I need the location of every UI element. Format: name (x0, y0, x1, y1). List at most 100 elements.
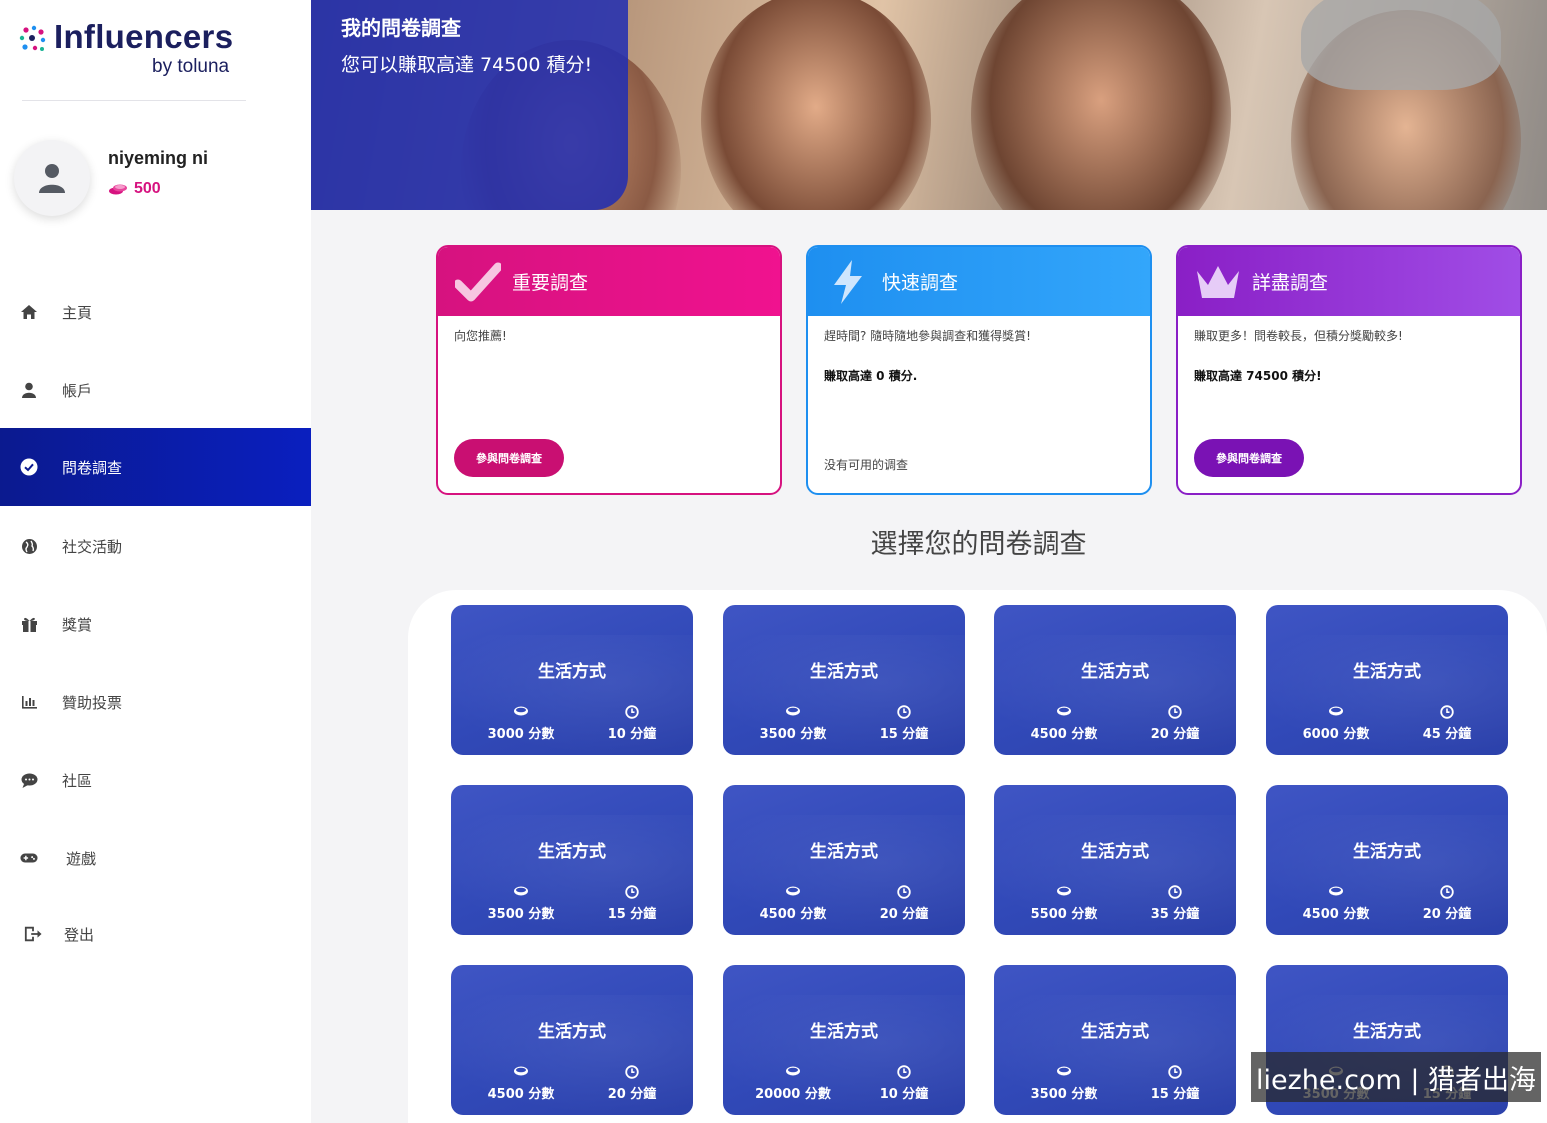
survey-points-value: 6000 分數 (1302, 727, 1370, 742)
survey-duration: 20 分鐘 (1120, 705, 1230, 742)
coin-icon (466, 885, 576, 901)
survey-card[interactable]: 生活方式 20000 分數 10 分鐘 (723, 965, 965, 1115)
clock-icon (577, 1065, 687, 1081)
survey-points-value: 4500 分數 (1302, 907, 1370, 922)
coin-icon (1009, 705, 1119, 721)
survey-card[interactable]: 生活方式 4500 分數 20 分鐘 (723, 785, 965, 935)
brand-name: Influencers (54, 18, 234, 55)
user-points: 500 (108, 180, 161, 198)
category-desc: 向您推薦! (454, 329, 507, 343)
divider (22, 100, 246, 101)
hero-photo-person (971, 0, 1231, 210)
clock-icon (1120, 885, 1230, 901)
survey-duration-value: 10 分鐘 (879, 1087, 929, 1102)
survey-title: 生活方式 (810, 1022, 878, 1042)
survey-duration-value: 35 分鐘 (1150, 907, 1200, 922)
survey-card[interactable]: 生活方式 6000 分數 45 分鐘 (1266, 605, 1508, 755)
avatar[interactable] (14, 140, 90, 216)
brand-sub: by toluna (152, 56, 230, 77)
survey-points-value: 4500 分數 (759, 907, 827, 922)
logo-icon (19, 25, 46, 51)
clock-icon (849, 705, 959, 721)
user-avatar-icon (39, 164, 65, 193)
nav-item-community[interactable]: 社區 (0, 741, 311, 819)
nav-item-games[interactable]: 遊戲 (0, 819, 311, 897)
survey-card[interactable]: 生活方式 5500 分數 35 分鐘 (994, 785, 1236, 935)
survey-card[interactable]: 生活方式 3500 分數 15 分鐘 (994, 965, 1236, 1115)
survey-duration-value: 45 分鐘 (1422, 727, 1472, 742)
join-survey-button[interactable]: 參與問卷調查 (454, 439, 564, 477)
survey-title: 生活方式 (1353, 842, 1421, 862)
clock-icon (1120, 1065, 1230, 1081)
join-survey-button[interactable]: 參與問卷調查 (1194, 439, 1304, 477)
nav-item-surveys[interactable]: 問卷調查 (0, 428, 311, 506)
survey-card[interactable]: 生活方式 4500 分數 20 分鐘 (994, 605, 1236, 755)
survey-points-value: 3500 分數 (759, 727, 827, 742)
nav-label: 帳戶 (62, 381, 93, 400)
survey-title: 生活方式 (538, 1022, 606, 1042)
watermark: liezhe.com | 猎者出海 (1251, 1052, 1541, 1102)
nav-item-rewards[interactable]: 獎賞 (0, 585, 311, 663)
survey-points: 3000 分數 (466, 705, 576, 742)
survey-duration: 10 分鐘 (577, 705, 687, 742)
survey-points-value: 20000 分數 (755, 1087, 831, 1102)
nav-item-polls[interactable]: 贊助投票 (0, 663, 311, 741)
clock-icon (1120, 705, 1230, 721)
nav-item-logout[interactable]: 登出 (0, 895, 311, 973)
survey-points: 6000 分數 (1281, 705, 1391, 742)
survey-points-value: 4500 分數 (487, 1087, 555, 1102)
coin-icon (738, 885, 848, 901)
coin-icon (1009, 885, 1119, 901)
survey-points-value: 3500 分數 (1030, 1087, 1098, 1102)
survey-title: 生活方式 (1353, 1022, 1421, 1042)
influencers-logo[interactable]: Influencers by toluna (18, 18, 248, 82)
hero-overlay-panel: 我的問卷調查 您可以賺取高達 74500 積分! (311, 0, 628, 210)
survey-points: 4500 分數 (466, 1065, 576, 1102)
lightning-icon (824, 258, 872, 306)
gamepad-icon (20, 849, 38, 867)
coin-icon (738, 705, 848, 721)
survey-card[interactable]: 生活方式 4500 分數 20 分鐘 (1266, 785, 1508, 935)
category-bonus: 賺取高達 0 積分. (824, 369, 918, 383)
nav-item-home[interactable]: 主頁 (0, 273, 311, 351)
survey-duration: 20 分鐘 (1392, 885, 1502, 922)
survey-card[interactable]: 生活方式 3500 分數 15 分鐘 (451, 785, 693, 935)
survey-points: 3500 分數 (466, 885, 576, 922)
survey-points: 3500 分數 (1009, 1065, 1119, 1102)
survey-card[interactable]: 生活方式 3000 分數 10 分鐘 (451, 605, 693, 755)
survey-duration-value: 15 分鐘 (879, 727, 929, 742)
globe-icon (20, 537, 38, 555)
survey-duration: 20 分鐘 (849, 885, 959, 922)
survey-card[interactable]: 生活方式 3500 分數 15 分鐘 (723, 605, 965, 755)
section-title: 選擇您的問卷調查 (870, 529, 1087, 560)
survey-duration: 10 分鐘 (849, 1065, 959, 1102)
survey-title: 生活方式 (1081, 842, 1149, 862)
survey-points: 3500 分數 (738, 705, 848, 742)
nav-item-social[interactable]: 社交活動 (0, 507, 311, 585)
survey-card[interactable]: 生活方式 4500 分數 20 分鐘 (451, 965, 693, 1115)
category-card-detailed[interactable]: 詳盡調查 賺取更多！問卷較長，但積分獎勵較多! 賺取高達 74500 積分! 參… (1176, 245, 1522, 495)
crown-icon (1194, 258, 1242, 306)
hero-photo-person (701, 0, 931, 210)
hero-subtitle: 您可以賺取高達 74500 積分! (341, 54, 593, 76)
category-card-priority[interactable]: 重要調查 向您推薦! 參與問卷調查 (436, 245, 782, 495)
hero-banner: 我的問卷調查 您可以賺取高達 74500 積分! (311, 0, 1547, 210)
nav-label: 社交活動 (62, 537, 123, 556)
hero-title: 我的問卷調查 (341, 16, 461, 40)
survey-points: 5500 分數 (1009, 885, 1119, 922)
survey-points: 4500 分數 (738, 885, 848, 922)
nav-item-account[interactable]: 帳戶 (0, 351, 311, 429)
survey-duration: 15 分鐘 (577, 885, 687, 922)
coin-icon (1281, 885, 1391, 901)
clock-icon (1392, 885, 1502, 901)
points-value: 500 (134, 180, 161, 197)
home-icon (20, 303, 38, 321)
survey-points-value: 5500 分數 (1030, 907, 1098, 922)
category-header: 重要調查 (438, 247, 780, 316)
survey-duration-value: 20 分鐘 (879, 907, 929, 922)
no-surveys-text: 没有可用的调查 (824, 458, 909, 472)
category-card-quick[interactable]: 快速調查 趕時間? 隨時隨地參與調查和獲得獎賞! 賺取高達 0 積分. 没有可用… (806, 245, 1152, 495)
survey-duration: 35 分鐘 (1120, 885, 1230, 922)
survey-title: 生活方式 (538, 842, 606, 862)
user-name: niyeming ni (108, 148, 209, 168)
